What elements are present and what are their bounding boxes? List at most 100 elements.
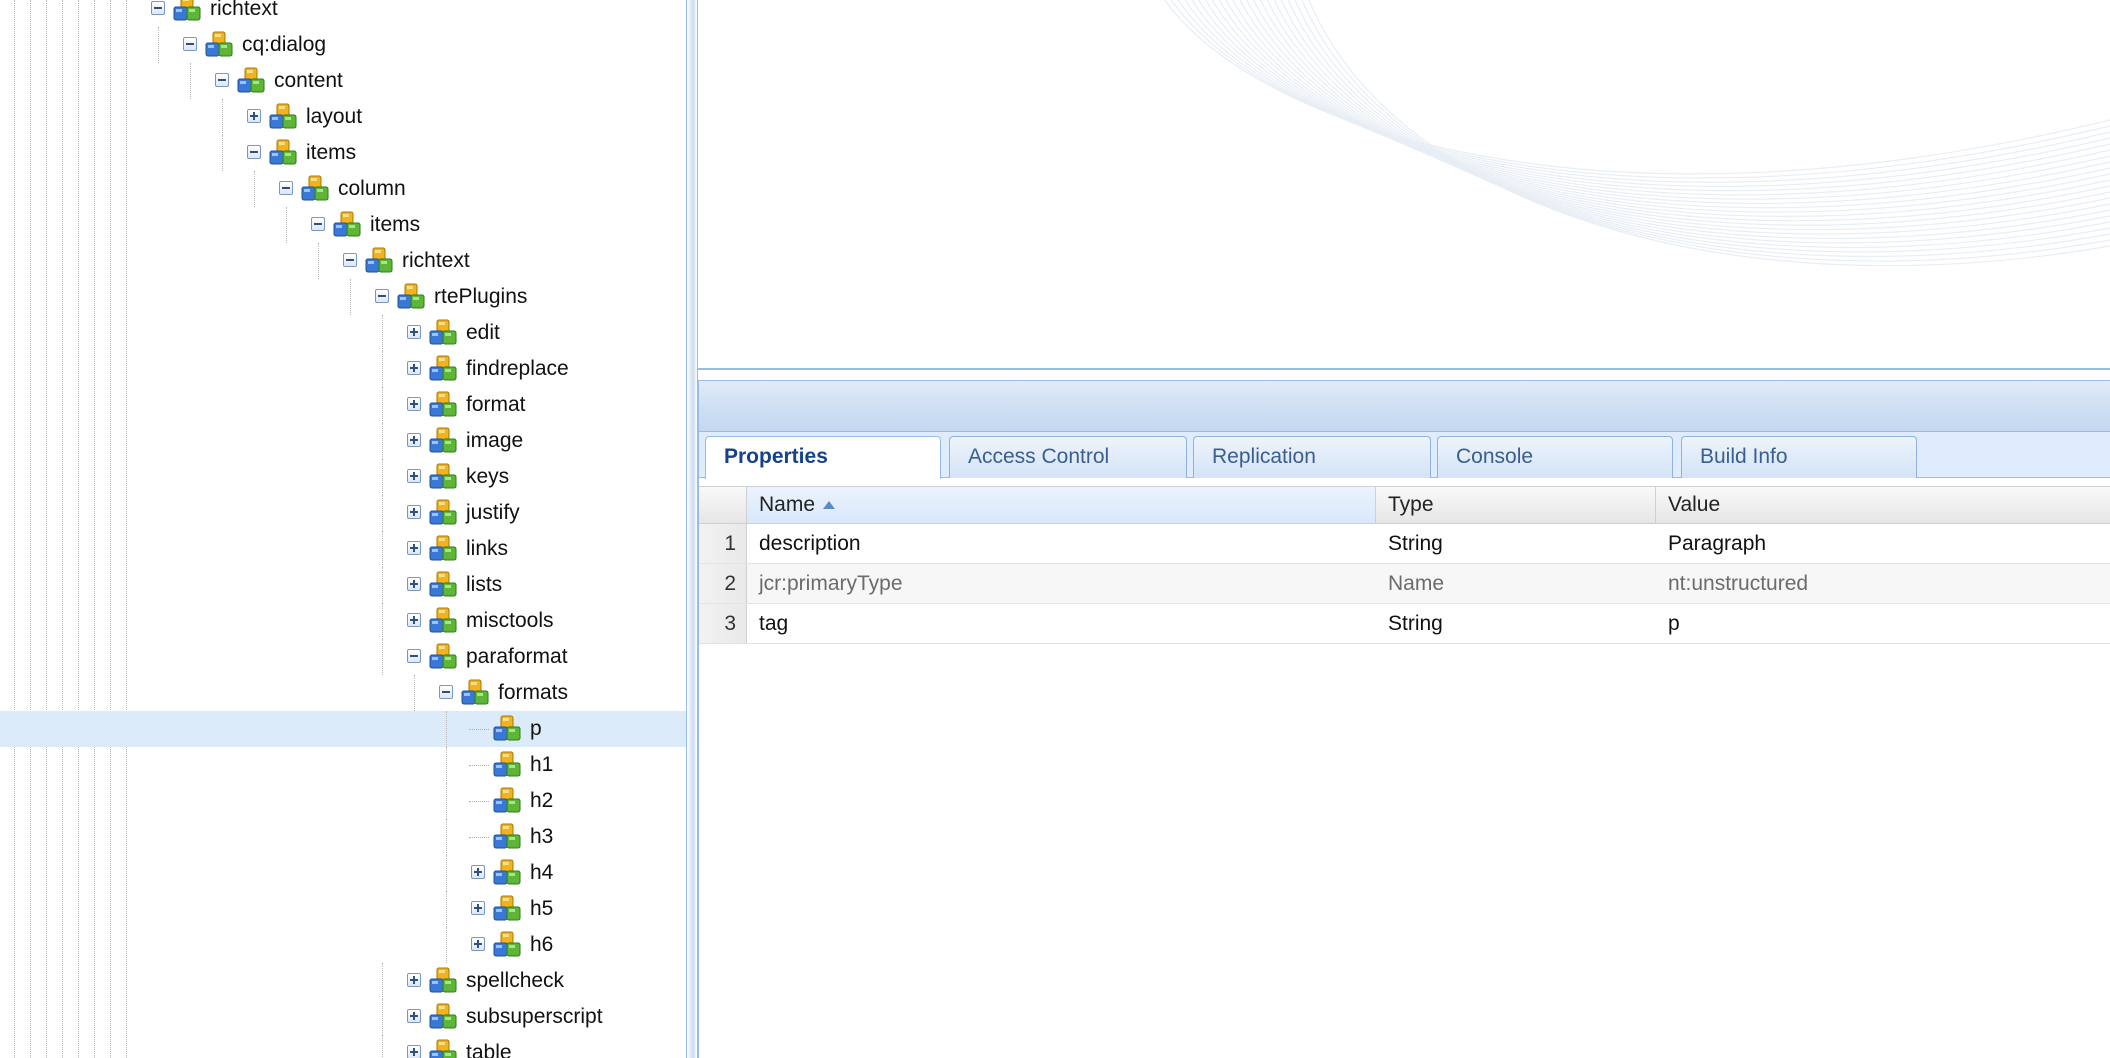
expand-plus-icon[interactable]: [407, 325, 421, 339]
tree-node-column[interactable]: column: [0, 171, 686, 207]
tree-node-h1[interactable]: h1: [0, 747, 686, 783]
tree-node-rteplugins[interactable]: rtePlugins: [0, 279, 686, 315]
tree-node-label[interactable]: richtext: [210, 0, 278, 27]
tree-node-format[interactable]: format: [0, 387, 686, 423]
tree-node-label[interactable]: links: [466, 531, 508, 567]
tab-replication[interactable]: Replication: [1193, 436, 1431, 478]
panel-splitter[interactable]: [686, 0, 698, 1058]
tree-node-label[interactable]: layout: [306, 99, 362, 135]
table-row[interactable]: 3 tag String p: [699, 604, 2110, 644]
tree-node-items[interactable]: items: [0, 135, 686, 171]
tree-node-edit[interactable]: edit: [0, 315, 686, 351]
expand-plus-icon[interactable]: [407, 361, 421, 375]
tree-node-label[interactable]: misctools: [466, 603, 554, 639]
tree-node-label[interactable]: subsuperscript: [466, 999, 603, 1035]
tree-node-h2[interactable]: h2: [0, 783, 686, 819]
tree-node-h4[interactable]: h4: [0, 855, 686, 891]
collapse-minus-icon[interactable]: [439, 685, 453, 699]
tree-node-items[interactable]: items: [0, 207, 686, 243]
tree-node-findreplace[interactable]: findreplace: [0, 351, 686, 387]
tree-node-label[interactable]: lists: [466, 567, 502, 603]
tree-node-label[interactable]: column: [338, 171, 406, 207]
expand-plus-icon[interactable]: [407, 505, 421, 519]
tree-node-h6[interactable]: h6: [0, 927, 686, 963]
expand-plus-icon[interactable]: [407, 1009, 421, 1023]
tree-node-h3[interactable]: h3: [0, 819, 686, 855]
column-header-name[interactable]: Name: [747, 487, 1376, 523]
property-type: Name: [1388, 572, 1445, 595]
tree-node-label[interactable]: format: [466, 387, 526, 423]
tree-node-spellcheck[interactable]: spellcheck: [0, 963, 686, 999]
expand-plus-icon[interactable]: [407, 577, 421, 591]
tree-node-label[interactable]: h3: [530, 819, 553, 855]
tree-node-label[interactable]: h6: [530, 927, 553, 963]
tree-node-label[interactable]: justify: [466, 495, 520, 531]
tree-node-label[interactable]: h2: [530, 783, 553, 819]
tab-build-info[interactable]: Build Info: [1681, 436, 1917, 478]
tree-node-image[interactable]: image: [0, 423, 686, 459]
collapse-minus-icon[interactable]: [375, 289, 389, 303]
collapse-minus-icon[interactable]: [183, 37, 197, 51]
tree-node-h5[interactable]: h5: [0, 891, 686, 927]
expand-plus-icon[interactable]: [471, 865, 485, 879]
tree-node-label[interactable]: h1: [530, 747, 553, 783]
tree-node-label[interactable]: h4: [530, 855, 553, 891]
table-row[interactable]: 2 jcr:primaryType Name nt:unstructured: [699, 564, 2110, 604]
collapse-minus-icon[interactable]: [247, 145, 261, 159]
expand-plus-icon[interactable]: [407, 397, 421, 411]
tree-node-keys[interactable]: keys: [0, 459, 686, 495]
tree-node-formats[interactable]: formats: [0, 675, 686, 711]
tree-node-cq-dialog[interactable]: cq:dialog: [0, 27, 686, 63]
expand-plus-icon[interactable]: [407, 541, 421, 555]
column-header-type[interactable]: Type: [1376, 487, 1656, 523]
tree-node-richtext[interactable]: richtext: [0, 0, 686, 27]
collapse-minus-icon[interactable]: [311, 217, 325, 231]
expand-plus-icon[interactable]: [247, 109, 261, 123]
tab-properties[interactable]: Properties: [705, 436, 941, 479]
collapse-minus-icon[interactable]: [215, 73, 229, 87]
expand-plus-icon[interactable]: [407, 433, 421, 447]
tree-node-content[interactable]: content: [0, 63, 686, 99]
tree-node-misctools[interactable]: misctools: [0, 603, 686, 639]
tree-node-justify[interactable]: justify: [0, 495, 686, 531]
tree-node-label[interactable]: formats: [498, 675, 568, 711]
collapse-minus-icon[interactable]: [343, 253, 357, 267]
tab-access-control[interactable]: Access Control: [949, 436, 1187, 478]
collapse-minus-icon[interactable]: [151, 1, 165, 15]
tree-node-label[interactable]: h5: [530, 891, 553, 927]
tree-node-p[interactable]: p: [0, 711, 686, 747]
tree-node-richtext[interactable]: richtext: [0, 243, 686, 279]
tree-node-subsuperscript[interactable]: subsuperscript: [0, 999, 686, 1035]
tree-node-label[interactable]: items: [370, 207, 420, 243]
column-header-value[interactable]: Value: [1656, 487, 2110, 523]
tree-node-label[interactable]: findreplace: [466, 351, 569, 387]
tree-node-label[interactable]: image: [466, 423, 523, 459]
tree-node-table[interactable]: table: [0, 1035, 686, 1058]
tree-node-layout[interactable]: layout: [0, 99, 686, 135]
tree-node-paraformat[interactable]: paraformat: [0, 639, 686, 675]
expand-plus-icon[interactable]: [407, 613, 421, 627]
tree-node-label[interactable]: keys: [466, 459, 509, 495]
tree-node-label[interactable]: paraformat: [466, 639, 568, 675]
tree-node-label[interactable]: edit: [466, 315, 500, 351]
tree-node-lists[interactable]: lists: [0, 567, 686, 603]
node-cube-icon: [428, 426, 458, 456]
table-row[interactable]: 1 description String Paragraph: [699, 524, 2110, 564]
expand-plus-icon[interactable]: [407, 973, 421, 987]
collapse-minus-icon[interactable]: [279, 181, 293, 195]
tree-node-links[interactable]: links: [0, 531, 686, 567]
expand-plus-icon[interactable]: [407, 469, 421, 483]
tree-node-label[interactable]: spellcheck: [466, 963, 564, 999]
tree-node-label[interactable]: richtext: [402, 243, 470, 279]
expand-plus-icon[interactable]: [471, 937, 485, 951]
tab-console[interactable]: Console: [1437, 436, 1673, 478]
tree-node-label[interactable]: rtePlugins: [434, 279, 527, 315]
tree-node-label[interactable]: content: [274, 63, 343, 99]
expand-plus-icon[interactable]: [471, 901, 485, 915]
collapse-minus-icon[interactable]: [407, 649, 421, 663]
tree-node-label[interactable]: items: [306, 135, 356, 171]
tree-node-label[interactable]: cq:dialog: [242, 27, 326, 63]
tree-node-label[interactable]: p: [530, 711, 542, 747]
tree-node-label[interactable]: table: [466, 1035, 512, 1058]
expand-plus-icon[interactable]: [407, 1045, 421, 1058]
